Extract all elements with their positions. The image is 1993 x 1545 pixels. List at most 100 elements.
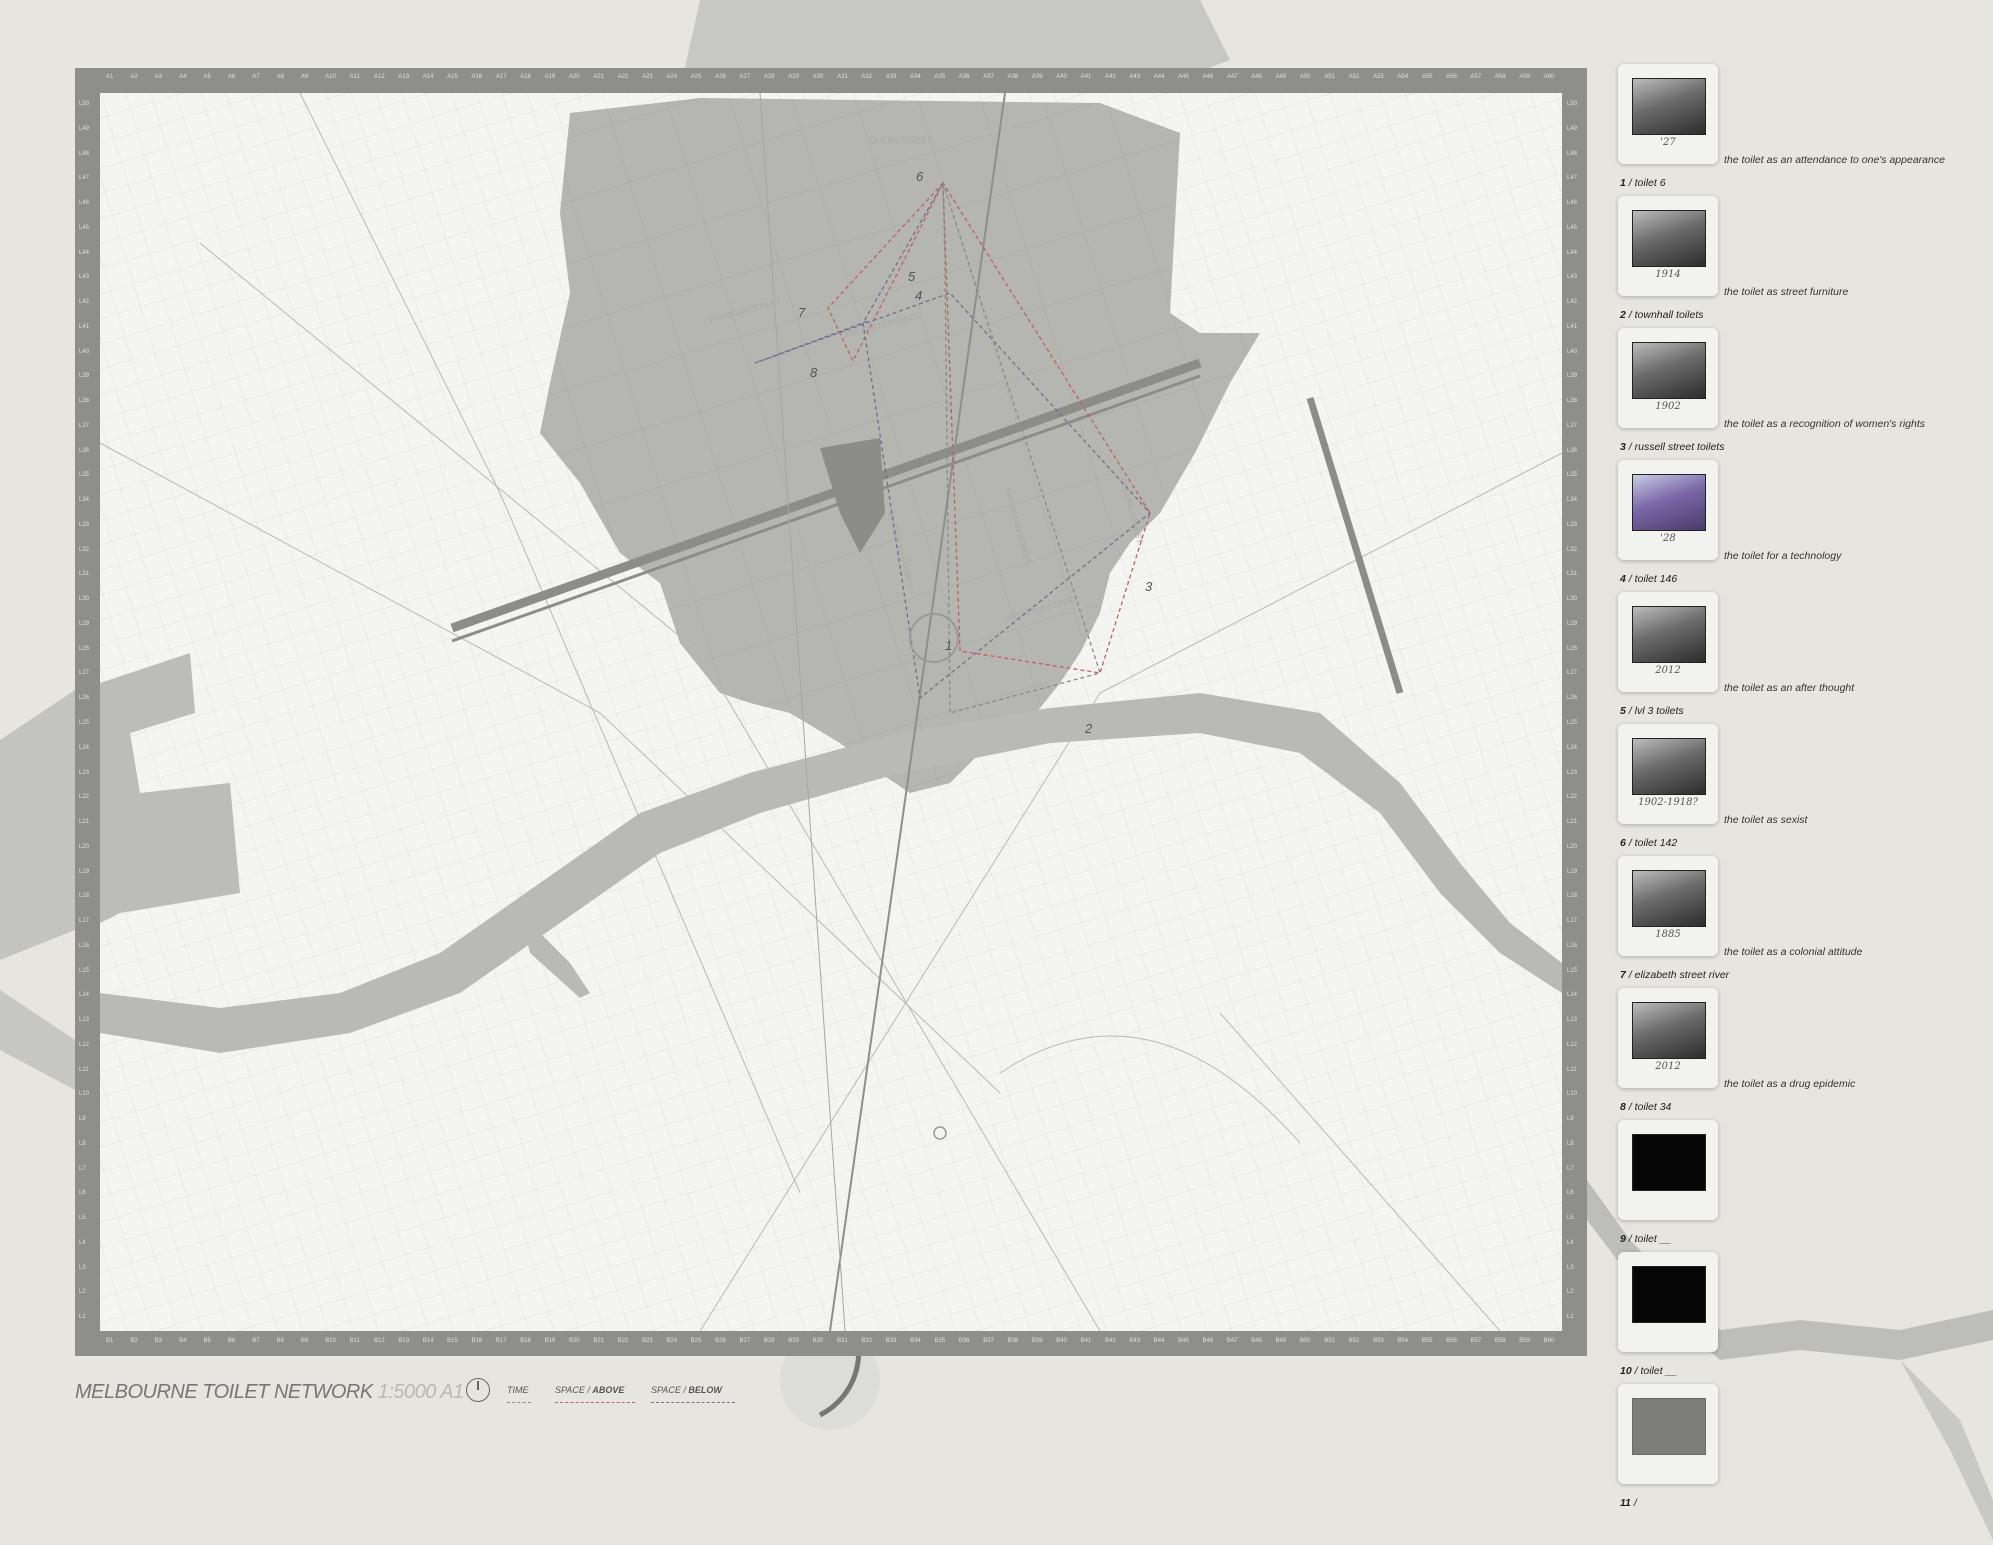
ruler-tick-label: A49 [1275,74,1287,80]
card-label: 9 / toilet __ [1620,1233,1672,1245]
ruler-tick-label: L23 [1567,769,1578,776]
card-name: elizabeth street river [1634,969,1730,981]
ruler-tick-label: L36 [79,447,90,454]
map-scale-text: 1:5000 A1 [377,1381,464,1403]
ruler-tick-label: A25 [690,74,702,80]
ruler-tick-label: L7 [1567,1165,1574,1172]
legend-label-bold: BELOW [688,1385,722,1395]
ruler-tick-label: B30 [812,1338,824,1344]
ruler-tick-label: B15 [447,1338,458,1344]
toilet-photo [1632,1002,1706,1059]
toilet-node-2[interactable]: 2 [1084,721,1093,736]
ruler-tick-label: B60 [1543,1338,1555,1344]
ruler-tick-label: B22 [617,1338,629,1344]
ruler-tick-label: L4 [1567,1239,1574,1246]
ruler-tick-label: A45 [1178,74,1189,80]
ruler-tick-label: A30 [812,74,824,80]
photo-slide[interactable] [1618,1252,1718,1352]
card-name: russell street toilets [1634,441,1725,453]
ruler-tick-label: L30 [79,596,90,603]
ruler-tick-label: L44 [1567,249,1578,256]
ruler-tick-label: B43 [1129,1338,1141,1344]
toilet-card[interactable]: 11 / [1612,1384,1972,1512]
toilet-card[interactable]: 10 / toilet __ [1612,1252,1972,1380]
toilet-node-4[interactable]: 4 [915,288,922,303]
toilet-card[interactable]: '27 the toilet as an attendance to one's … [1612,64,1972,192]
legend-space-above: SPACE / ABOVE [555,1385,624,1395]
ruler-tick-label: L19 [1567,868,1578,875]
card-label: 7 / elizabeth street river [1620,969,1730,981]
toilet-card[interactable]: 1902-1918? the toilet as sexist 6 / toilet… [1612,724,1972,852]
ruler-tick-label: A10 [325,74,336,80]
ruler-tick-label: A31 [837,74,848,80]
photo-slide[interactable]: 1885 [1618,856,1718,956]
ruler-tick-label: L4 [79,1239,86,1246]
toilet-photo [1632,474,1706,531]
photo-slide[interactable]: '28 [1618,460,1718,560]
photo-slide[interactable] [1618,1384,1718,1484]
toilet-node-8[interactable]: 8 [810,365,818,380]
toilet-photo [1632,1398,1706,1455]
toilet-card[interactable]: 2012 the toilet as a drug epidemic 8 / toi… [1612,988,1972,1116]
ruler-tick-label: A52 [1348,74,1360,80]
ruler-tick-label: A1 [106,74,114,80]
ruler-tick-label: A36 [958,74,970,80]
card-number: 11 [1620,1497,1631,1509]
ruler-tick-label: L21 [79,819,90,826]
toilet-node-5[interactable]: 5 [908,269,916,284]
map-frame: A1 B1 A2 B2 A3 B3 A4 B4 A5 B5 A6 B6 A7 B7 A8 B8 A9 B9 A10 B… [75,68,1587,1356]
slide-year: 2012 [1655,665,1681,676]
ruler-tick-label: B27 [739,1338,751,1344]
ruler-tick-label: L6 [79,1190,86,1197]
card-number: 6 [1620,837,1626,849]
ruler-tick-label: L37 [1567,422,1578,429]
ruler-tick-label: L49 [79,125,90,132]
card-number: 7 [1620,969,1626,981]
map-area[interactable]: QUEEN STREET FRANKLIN STREET A'BECKETT S… [100,93,1562,1331]
toilet-card[interactable]: 9 / toilet __ [1612,1120,1972,1248]
toilet-card[interactable]: 1914 the toilet as street furniture 2 / to… [1612,196,1972,324]
photo-slide[interactable]: '27 [1618,64,1718,164]
photo-slide[interactable]: 1914 [1618,196,1718,296]
ruler-tick-label: L46 [1567,200,1578,207]
photo-slide[interactable] [1618,1120,1718,1220]
photo-slide[interactable]: 2012 [1618,988,1718,1088]
map-title-text: MELBOURNE TOILET NETWORK [75,1381,373,1403]
ruler-tick-label: L38 [1567,398,1578,405]
toilet-photo [1632,738,1706,795]
ruler-tick-label: L27 [79,670,90,677]
card-label: 5 / lvl 3 toilets [1620,705,1684,717]
ruler-tick-label: L43 [79,274,90,281]
ruler-tick-label: A54 [1397,74,1409,80]
card-label: 8 / toilet 34 [1620,1101,1672,1113]
toilet-node-1[interactable]: 1 [945,638,952,653]
toilet-node-7[interactable]: 7 [798,305,806,320]
slide-year: 1902 [1655,401,1681,412]
photo-slide[interactable]: 2012 [1618,592,1718,692]
ruler-tick-label: L5 [79,1215,86,1222]
ruler-tick-label: A46 [1202,74,1214,80]
photo-slide[interactable]: 1902-1918? [1618,724,1718,824]
toilet-node-6[interactable]: 6 [916,169,924,184]
ruler-tick-label: B46 [1202,1338,1214,1344]
toilet-photo [1632,78,1706,135]
card-caption: the toilet as street furniture [1724,286,1849,298]
ruler-tick-label: L2 [79,1289,86,1296]
toilet-card[interactable]: 2012 the toilet as an after thought 5 / lv… [1612,592,1972,720]
card-label: 3 / russell street toilets [1620,441,1725,453]
ruler-tick-label: L50 [1567,101,1578,107]
toilet-node-3[interactable]: 3 [1145,579,1153,594]
ruler-tick-label: L35 [1567,472,1578,479]
ruler-tick-label: A58 [1494,74,1506,80]
toilet-card[interactable]: 1885 the toilet as a colonial attitude 7 /… [1612,856,1972,984]
ruler-tick-label: A6 [227,74,236,80]
toilet-card[interactable]: 1902 the toilet as a recognition of women… [1612,328,1972,456]
ruler-tick-label: B25 [690,1338,702,1344]
ruler-tick-label: A27 [739,74,751,80]
photo-slide[interactable]: 1902 [1618,328,1718,428]
ruler-tick-label: B10 [325,1338,336,1344]
ruler-tick-label: A38 [1007,74,1019,80]
toilet-card[interactable]: '28 the toilet for a technology 4 / toilet… [1612,460,1972,588]
ruler-tick-label: L10 [1567,1091,1578,1098]
ruler-tick-label: B7 [252,1338,260,1344]
